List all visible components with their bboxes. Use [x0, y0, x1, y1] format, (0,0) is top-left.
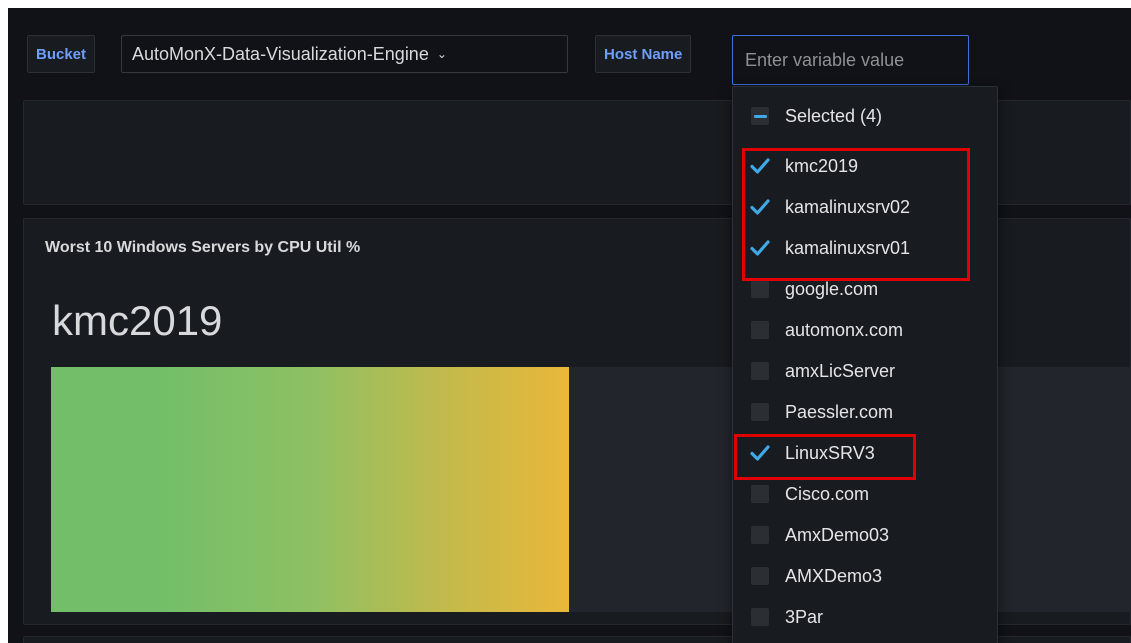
bucket-select[interactable]: AutoMonX-Data-Visualization-Engine ⌄ — [121, 35, 568, 73]
option-label: Cisco.com — [785, 483, 870, 504]
checkbox-checked-icon[interactable] — [750, 444, 770, 462]
checkbox-checked-icon[interactable] — [750, 239, 770, 257]
host-name-variable-label: Host Name — [595, 35, 692, 73]
option-item[interactable]: LinuxSRV3 — [733, 435, 997, 471]
option-item[interactable]: 3Par — [733, 599, 997, 635]
option-item[interactable]: automonx.com — [733, 312, 997, 348]
bar-gauge-fill — [51, 367, 569, 612]
option-item[interactable]: AmxDemo03 — [733, 517, 997, 553]
host-name-input[interactable] — [743, 48, 968, 72]
option-label: amxLicServer — [785, 360, 896, 381]
checkbox-icon[interactable] — [751, 485, 769, 503]
host-name-label-text: Host Name — [604, 45, 683, 63]
option-label: kmc2019 — [785, 155, 859, 176]
panel-title: Worst 10 Windows Servers by CPU Util % — [45, 239, 361, 256]
checkbox-icon[interactable] — [751, 321, 769, 339]
option-label: kamalinuxsrv01 — [785, 237, 911, 258]
chevron-down-icon: ⌄ — [436, 47, 447, 61]
dashboard: Bucket AutoMonX-Data-Visualization-Engin… — [8, 8, 1131, 643]
option-item[interactable]: Cisco.com — [733, 476, 997, 512]
host-name-input-box[interactable] — [732, 35, 969, 85]
option-label: AMXDemo3 — [785, 565, 883, 586]
bucket-variable-label: Bucket — [27, 35, 96, 73]
partial-check-icon — [751, 107, 769, 125]
option-item[interactable]: google.com — [733, 271, 997, 307]
option-item[interactable]: kamalinuxsrv01 — [733, 230, 997, 266]
selected-count: Selected (4) — [785, 105, 883, 126]
checkbox-checked-icon[interactable] — [750, 157, 770, 175]
checkbox-icon[interactable] — [751, 280, 769, 298]
option-label: kamalinuxsrv02 — [785, 196, 911, 217]
option-label: AmxDemo03 — [785, 524, 890, 545]
select-all-option[interactable]: Selected (4) — [733, 98, 997, 134]
option-label: LinuxSRV3 — [785, 442, 875, 463]
option-label: Paessler.com — [785, 401, 894, 422]
option-label: automonx.com — [785, 319, 904, 340]
option-item[interactable]: AMXDemo3 — [733, 558, 997, 594]
option-label: google.com — [785, 278, 879, 299]
checkbox-checked-icon[interactable] — [750, 198, 770, 216]
checkbox-icon[interactable] — [751, 403, 769, 421]
bucket-label-text: Bucket — [36, 45, 87, 63]
host-name-dropdown: Selected (4) kmc2019 kamalinuxsrv02 kamali… — [732, 86, 998, 643]
option-item[interactable]: kamalinuxsrv02 — [733, 189, 997, 225]
checkbox-icon[interactable] — [751, 608, 769, 626]
option-item[interactable]: amxLicServer — [733, 353, 997, 389]
checkbox-icon[interactable] — [751, 362, 769, 380]
top-host-name: kmc2019 — [52, 297, 223, 344]
option-label: 3Par — [785, 606, 824, 627]
bucket-select-value: AutoMonX-Data-Visualization-Engine — [132, 43, 429, 64]
option-item[interactable]: Paessler.com — [733, 394, 997, 430]
checkbox-icon[interactable] — [751, 526, 769, 544]
checkbox-icon[interactable] — [751, 567, 769, 585]
option-item[interactable]: kmc2019 — [733, 148, 997, 184]
